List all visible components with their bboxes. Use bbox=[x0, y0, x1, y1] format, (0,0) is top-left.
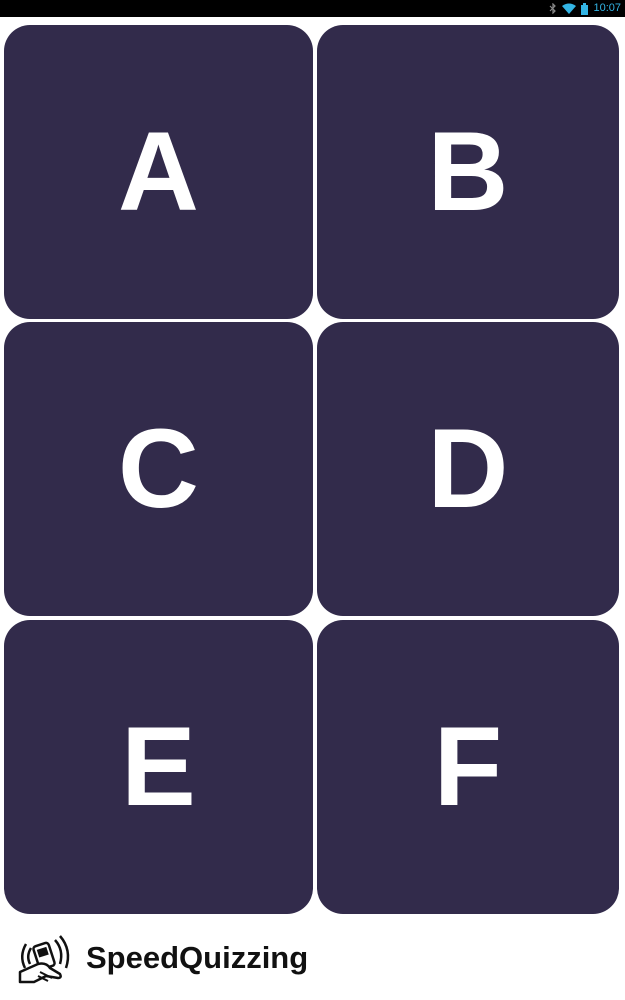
answer-letter: E bbox=[121, 704, 196, 829]
brand-name: SpeedQuizzing bbox=[86, 940, 309, 975]
answer-button-e[interactable]: E bbox=[4, 620, 313, 914]
battery-icon bbox=[581, 2, 589, 15]
answer-button-b[interactable]: B bbox=[317, 25, 619, 319]
answer-grid: A B C D E F bbox=[4, 25, 621, 915]
answer-letter: A bbox=[118, 109, 199, 234]
answer-button-a[interactable]: A bbox=[4, 25, 313, 319]
answer-button-d[interactable]: D bbox=[317, 322, 619, 616]
wifi-icon bbox=[562, 3, 577, 14]
hands-with-buzzer-icon bbox=[16, 930, 76, 986]
status-bar: 10:07 bbox=[0, 0, 625, 17]
answer-letter: B bbox=[427, 109, 509, 234]
answer-letter: C bbox=[118, 406, 199, 531]
answer-button-c[interactable]: C bbox=[4, 322, 313, 616]
brand-footer: SpeedQuizzing bbox=[16, 928, 308, 988]
answer-button-f[interactable]: F bbox=[317, 620, 619, 914]
status-time: 10:07 bbox=[593, 2, 621, 14]
answer-letter: F bbox=[433, 704, 503, 829]
bluetooth-icon bbox=[549, 3, 557, 14]
answer-letter: D bbox=[427, 406, 509, 531]
